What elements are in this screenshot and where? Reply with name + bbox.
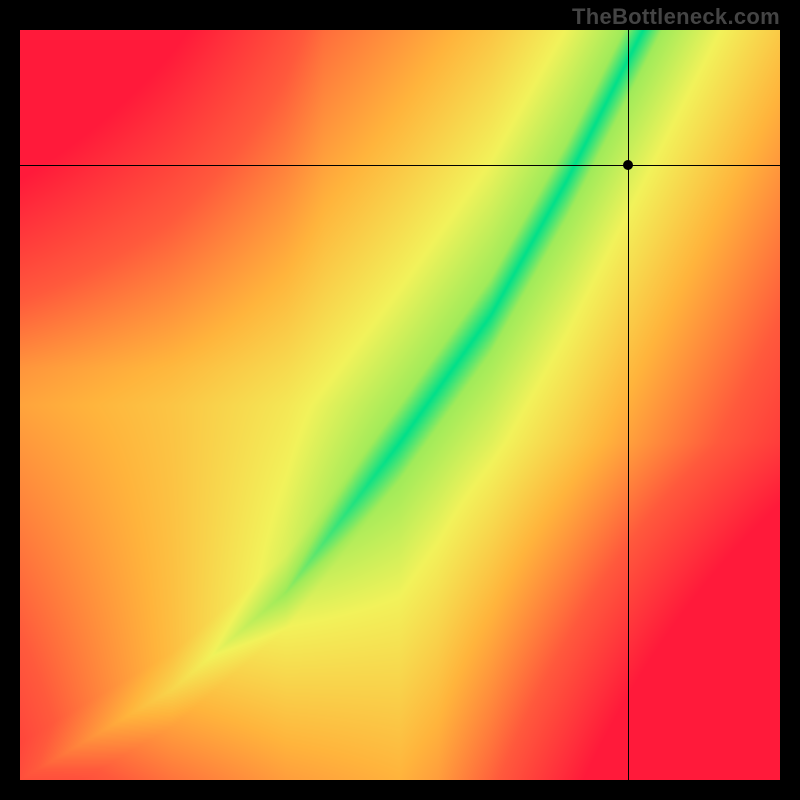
chart-frame: TheBottleneck.com [0,0,800,800]
heatmap-plot [20,30,780,780]
crosshair-vertical [628,30,629,780]
heatmap-canvas [20,30,780,780]
crosshair-horizontal [20,165,780,166]
selection-point-marker [623,160,633,170]
watermark-text: TheBottleneck.com [572,4,780,30]
